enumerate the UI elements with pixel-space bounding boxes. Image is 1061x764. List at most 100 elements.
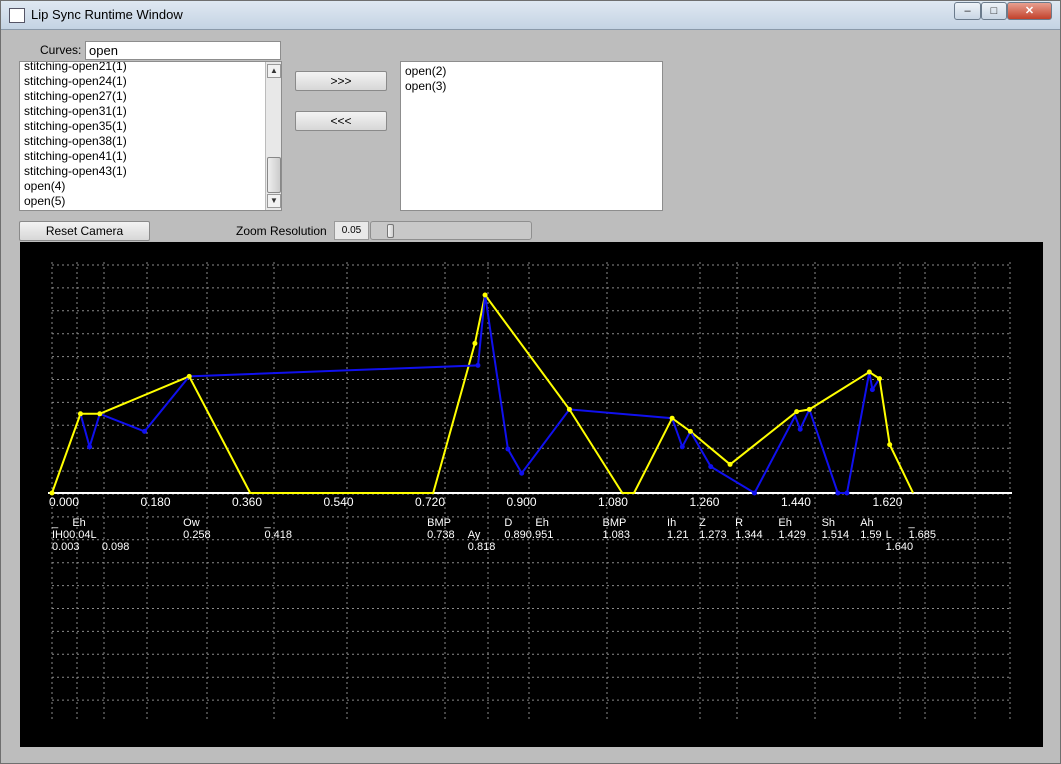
axis-tick-label: 1.080 (598, 495, 628, 509)
yellow-curve-point (866, 369, 872, 375)
phoneme-time-label: 1.514 (822, 529, 850, 541)
list-item[interactable]: open(3) (401, 79, 662, 94)
axis-tick-label: 0.360 (232, 495, 262, 509)
reset-camera-button[interactable]: Reset Camera (19, 221, 150, 241)
axis-tick-label: 1.440 (781, 495, 811, 509)
axis-tick-label: 0.720 (415, 495, 445, 509)
list-item[interactable]: stitching-open21(1) (20, 62, 281, 74)
phoneme-time-label: 1.685 (908, 529, 936, 541)
list-item[interactable]: open(2) (401, 64, 662, 79)
phoneme-time-label: 1.083 (602, 529, 630, 541)
axis-tick-label: 0.540 (323, 495, 353, 509)
axis-tick-label: 0.180 (140, 495, 170, 509)
axis-tick-label: 0.900 (506, 495, 536, 509)
selected-curves-list[interactable]: open(2) open(3) (400, 61, 663, 211)
list-item[interactable]: stitching-open31(1) (20, 104, 281, 119)
phoneme-time-label: 0.890.951 (504, 529, 553, 541)
curves-filter-input[interactable]: open (85, 41, 281, 60)
yellow-curve-point (687, 428, 693, 434)
list-item[interactable]: stitching-open24(1) (20, 74, 281, 89)
phoneme-time-label: 1.429 (778, 529, 806, 541)
scroll-up-arrow-icon[interactable]: ▲ (267, 64, 281, 78)
yellow-curve-point (669, 415, 675, 421)
yellow-curve-point (97, 411, 103, 417)
phoneme-label: Eh (72, 517, 85, 529)
blue-curve-point (835, 490, 841, 496)
yellow-curve-point (727, 461, 733, 467)
list-item[interactable]: stitching-open38(1) (20, 134, 281, 149)
minimize-button[interactable]: ‒ (954, 2, 981, 20)
blue-curve-point (475, 362, 481, 368)
blue-curve-point (142, 428, 148, 434)
list-item[interactable]: open(4) (20, 179, 281, 194)
blue-curve-point (844, 490, 850, 496)
list-item[interactable]: stitching-open27(1) (20, 89, 281, 104)
phoneme-label: L (886, 529, 892, 541)
phoneme-label: Ay (468, 529, 481, 541)
phoneme-time-label: 0.003 (52, 541, 80, 553)
yellow-curve-point (806, 406, 812, 412)
phoneme-time-label: 1.640 (886, 541, 914, 553)
phoneme-label: Eh (535, 517, 548, 529)
yellow-curve-point (77, 411, 83, 417)
list-item[interactable]: stitching-open41(1) (20, 149, 281, 164)
zoom-slider-thumb[interactable] (387, 224, 394, 238)
blue-curve-point (797, 426, 803, 432)
blue-curve-point (87, 444, 93, 450)
list-item[interactable]: stitching-open43(1) (20, 164, 281, 179)
phoneme-label: Ah (860, 517, 873, 529)
available-curves-list[interactable]: stitching-open21(1) stitching-open24(1) st… (19, 61, 282, 211)
curves-label: Curves: (40, 43, 82, 57)
phoneme-time-label: 0.418 (264, 529, 292, 541)
phoneme-label: Ih (667, 517, 676, 529)
yellow-curve-point (482, 292, 488, 298)
blue-curve-point (869, 387, 875, 393)
add-curve-button[interactable]: >>> (295, 71, 387, 91)
zoom-slider[interactable] (370, 221, 532, 240)
window-title: Lip Sync Runtime Window (31, 7, 183, 22)
phoneme-label: _ (263, 517, 271, 529)
list-item[interactable]: open(5) (20, 194, 281, 209)
yellow-curve-point (49, 490, 55, 496)
phoneme-time-label: 0.818 (468, 541, 496, 553)
available-curves-scrollbar[interactable]: ▲ ▼ (265, 62, 281, 210)
curve-chart: 0.000 0.180 0.360 0.540 0.720 0.900 1.080 1.260… (48, 262, 1012, 722)
phoneme-time-label: 1.59 (860, 529, 881, 541)
blue-curve-line (79, 294, 881, 495)
phoneme-label: _ (907, 517, 915, 529)
phoneme-label: Ow (183, 517, 200, 529)
phoneme-label: Z (699, 517, 706, 529)
phoneme-time-label: 0.738 (427, 529, 455, 541)
phoneme-time-label: 1.21 (667, 529, 688, 541)
phoneme-label: Sh (822, 517, 835, 529)
phoneme-time-label: IH00.04L (52, 529, 97, 541)
axis-tick-label: 0.000 (49, 495, 79, 509)
phoneme-label: BMP (427, 517, 451, 529)
title-bar[interactable]: Lip Sync Runtime Window ‒ □ ✕ (1, 1, 1060, 30)
scroll-thumb[interactable] (267, 157, 281, 193)
lip-sync-window: Lip Sync Runtime Window ‒ □ ✕ Curves: op… (0, 0, 1061, 764)
list-item[interactable]: stitching-open35(1) (20, 119, 281, 134)
phoneme-label: _ (51, 517, 59, 529)
close-button[interactable]: ✕ (1007, 2, 1052, 20)
axis-tick-label: 1.620 (872, 495, 902, 509)
remove-curve-button[interactable]: <<< (295, 111, 387, 131)
blue-curve-point (708, 464, 714, 470)
yellow-curve-point (186, 373, 192, 379)
zoom-resolution-label: Zoom Resolution (236, 224, 327, 238)
curve-canvas[interactable]: 0.000 0.180 0.360 0.540 0.720 0.900 1.080 1.260… (20, 242, 1043, 747)
maximize-button[interactable]: □ (981, 2, 1007, 20)
scroll-down-arrow-icon[interactable]: ▼ (267, 194, 281, 208)
yellow-curve-point (887, 442, 893, 448)
axis-tick-label: 1.260 (689, 495, 719, 509)
yellow-curve-point (472, 340, 478, 346)
phoneme-label: Eh (778, 517, 791, 529)
phoneme-label: D (504, 517, 512, 529)
blue-curve-point (505, 446, 511, 452)
blue-curve-point (519, 470, 525, 476)
blue-curve-point (751, 490, 757, 496)
phoneme-time-label: 1.273 (699, 529, 727, 541)
phoneme-label: BMP (602, 517, 626, 529)
app-icon (9, 8, 25, 23)
yellow-curve-point (877, 376, 883, 382)
